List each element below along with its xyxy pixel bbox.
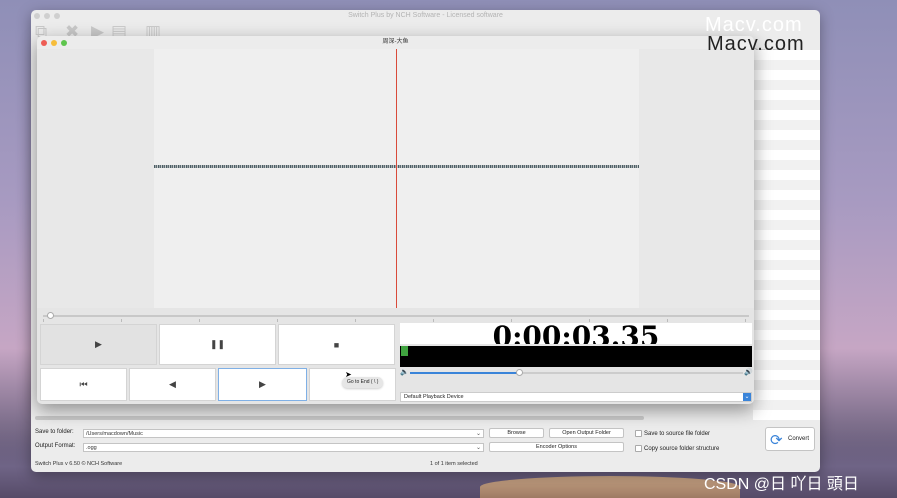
main-window-title: Switch Plus by NCH Software - Licensed s… [348, 12, 503, 19]
copy-structure-checkbox[interactable] [635, 445, 642, 452]
pause-icon: ❚❚ [209, 339, 226, 349]
pause-button[interactable]: ❚❚ [159, 324, 276, 365]
playhead-cursor [396, 49, 397, 308]
seek-track[interactable] [43, 315, 749, 317]
volume-fill [410, 372, 520, 374]
player-title-bar: 周深-大鱼 [37, 36, 754, 49]
chevron-down-icon: ⌄ [475, 431, 481, 437]
output-format-select[interactable]: .ogg ⌄ [83, 443, 484, 452]
status-selection: 1 of 1 item selected [430, 461, 478, 467]
seek-handle[interactable] [47, 312, 54, 319]
player-minimize-button[interactable] [51, 40, 57, 46]
chevron-down-icon: ⌄ [475, 445, 481, 451]
status-bar: Switch Plus v 6.50 © NCH Software 1 of 1… [31, 457, 820, 472]
browse-button[interactable]: Browse [489, 428, 544, 438]
go-to-start-button[interactable]: ⏮ [40, 368, 127, 401]
save-to-folder-label: Save to folder: [35, 429, 74, 435]
stop-icon: ■ [333, 339, 340, 350]
main-close-button[interactable] [34, 13, 40, 19]
playback-device-select[interactable]: Default Playback Device ⌄ [400, 392, 752, 402]
output-format-label: Output Format: [35, 443, 76, 449]
save-to-source-label: Save to source file folder [644, 431, 711, 437]
player-zoom-button[interactable] [61, 40, 67, 46]
step-forward-button[interactable]: ▶ [218, 368, 307, 401]
convert-icon: ⟳ [770, 432, 783, 449]
watermark-bottom: Macv.com [707, 33, 805, 55]
go-to-end-tooltip: Go to End ( \ ) [342, 377, 384, 388]
step-forward-icon: ▶ [259, 379, 266, 389]
skip-start-icon: ⏮ [79, 379, 88, 389]
stop-button[interactable]: ■ [278, 324, 395, 365]
output-format-value: .ogg [86, 445, 97, 451]
seek-ticks [43, 319, 749, 322]
horizontal-scrollbar[interactable] [35, 416, 644, 420]
open-output-folder-button[interactable]: Open Output Folder [549, 428, 624, 438]
player-title: 周深-大鱼 [382, 39, 409, 45]
play-icon: ▶ [95, 339, 102, 349]
chevron-down-icon: ⌄ [743, 393, 751, 401]
player-close-button[interactable] [41, 40, 47, 46]
main-zoom-button[interactable] [54, 13, 60, 19]
play-button[interactable]: ▶ [40, 324, 157, 365]
volume-high-icon: 🔊 [744, 369, 753, 376]
csdn-watermark: CSDN @日 吖日 頭日 [704, 476, 859, 493]
status-version: Switch Plus v 6.50 © NCH Software [35, 461, 123, 467]
convert-label: Convert [788, 436, 810, 442]
main-minimize-button[interactable] [44, 13, 50, 19]
save-to-folder-value: /Users/macdown/Music [86, 431, 143, 437]
save-to-folder-select[interactable]: /Users/macdown/Music ⌄ [83, 429, 484, 438]
volume-handle[interactable] [516, 369, 523, 376]
volume-low-icon: 🔈 [400, 369, 409, 376]
playback-device-value: Default Playback Device [404, 394, 464, 400]
level-meter-peak [401, 346, 408, 356]
copy-structure-label: Copy source folder structure [644, 446, 720, 452]
step-back-icon: ◀ [169, 379, 176, 389]
step-back-button[interactable]: ◀ [129, 368, 216, 401]
level-meter [400, 346, 752, 367]
file-list[interactable] [753, 50, 820, 420]
save-to-source-checkbox[interactable] [635, 430, 642, 437]
time-display: 0:00:03.35 [400, 323, 752, 344]
desktop-dune [480, 476, 740, 498]
encoder-options-button[interactable]: Encoder Options [489, 442, 624, 452]
convert-button[interactable]: ⟳ Convert [765, 427, 815, 451]
player-window: 周深-大鱼 ▶ ❚❚ ■ ⏮ ◀ ▶ ⏭ 0:00:03.35 🔈 🔊 Defa… [37, 36, 754, 404]
